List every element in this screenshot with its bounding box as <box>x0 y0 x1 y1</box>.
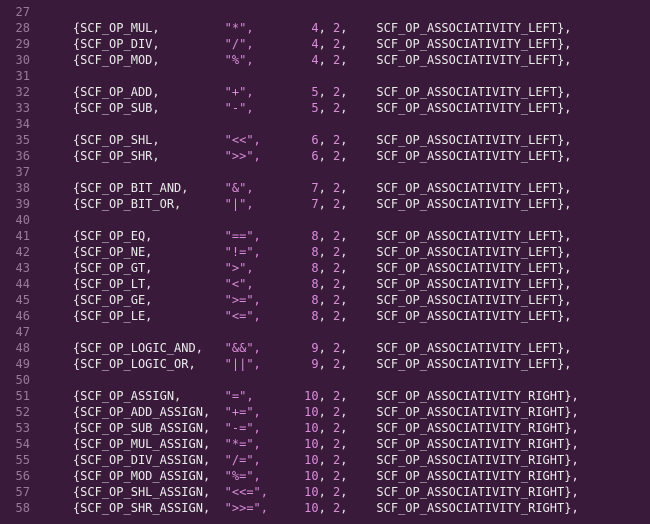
code-line[interactable]: {SCF_OP_EQ, "==", 8, 2, SCF_OP_ASSOCIATI… <box>44 228 650 244</box>
code-line[interactable] <box>44 164 650 180</box>
code-line[interactable]: {SCF_OP_LT, "<", 8, 2, SCF_OP_ASSOCIATIV… <box>44 276 650 292</box>
code-line[interactable]: {SCF_OP_ADD_ASSIGN, "+=", 10, 2, SCF_OP_… <box>44 404 650 420</box>
code-line[interactable]: {SCF_OP_GT, ">", 8, 2, SCF_OP_ASSOCIATIV… <box>44 260 650 276</box>
code-line[interactable]: {SCF_OP_MUL_ASSIGN, "*=", 10, 2, SCF_OP_… <box>44 436 650 452</box>
code-line[interactable]: {SCF_OP_ADD, "+", 5, 2, SCF_OP_ASSOCIATI… <box>44 84 650 100</box>
line-number-gutter: 2728293031323334353637383940414243444546… <box>0 0 40 516</box>
line-number: 30 <box>0 52 40 68</box>
code-line[interactable]: {SCF_OP_SHR, ">>", 6, 2, SCF_OP_ASSOCIAT… <box>44 148 650 164</box>
code-line[interactable]: {SCF_OP_GE, ">=", 8, 2, SCF_OP_ASSOCIATI… <box>44 292 650 308</box>
code-line[interactable]: {SCF_OP_SUB, "-", 5, 2, SCF_OP_ASSOCIATI… <box>44 100 650 116</box>
line-number: 47 <box>0 324 40 340</box>
line-number: 27 <box>0 4 40 20</box>
line-number: 51 <box>0 388 40 404</box>
code-line[interactable]: {SCF_OP_SUB_ASSIGN, "-=", 10, 2, SCF_OP_… <box>44 420 650 436</box>
code-line[interactable] <box>44 116 650 132</box>
code-line[interactable]: {SCF_OP_LOGIC_AND, "&&", 9, 2, SCF_OP_AS… <box>44 340 650 356</box>
code-line[interactable] <box>44 68 650 84</box>
line-number: 50 <box>0 372 40 388</box>
code-line[interactable]: {SCF_OP_LE, "<=", 8, 2, SCF_OP_ASSOCIATI… <box>44 308 650 324</box>
line-number: 28 <box>0 20 40 36</box>
line-number: 53 <box>0 420 40 436</box>
code-line[interactable]: {SCF_OP_BIT_AND, "&", 7, 2, SCF_OP_ASSOC… <box>44 180 650 196</box>
line-number: 36 <box>0 148 40 164</box>
line-number: 31 <box>0 68 40 84</box>
code-line[interactable]: {SCF_OP_SHR_ASSIGN, ">>=", 10, 2, SCF_OP… <box>44 500 650 516</box>
line-number: 41 <box>0 228 40 244</box>
line-number: 37 <box>0 164 40 180</box>
line-number: 40 <box>0 212 40 228</box>
line-number: 32 <box>0 84 40 100</box>
line-number: 34 <box>0 116 40 132</box>
code-line[interactable]: {SCF_OP_MUL, "*", 4, 2, SCF_OP_ASSOCIATI… <box>44 20 650 36</box>
line-number: 39 <box>0 196 40 212</box>
code-area[interactable]: {SCF_OP_MUL, "*", 4, 2, SCF_OP_ASSOCIATI… <box>44 0 650 516</box>
code-line[interactable]: {SCF_OP_MOD_ASSIGN, "%=", 10, 2, SCF_OP_… <box>44 468 650 484</box>
line-number: 58 <box>0 500 40 516</box>
line-number: 46 <box>0 308 40 324</box>
line-number: 49 <box>0 356 40 372</box>
code-line[interactable] <box>44 212 650 228</box>
line-number: 48 <box>0 340 40 356</box>
code-line[interactable] <box>44 372 650 388</box>
code-line[interactable]: {SCF_OP_SHL, "<<", 6, 2, SCF_OP_ASSOCIAT… <box>44 132 650 148</box>
line-number: 45 <box>0 292 40 308</box>
code-line[interactable] <box>44 324 650 340</box>
code-line[interactable]: {SCF_OP_LOGIC_OR, "||", 9, 2, SCF_OP_ASS… <box>44 356 650 372</box>
line-number: 42 <box>0 244 40 260</box>
code-line[interactable]: {SCF_OP_SHL_ASSIGN, "<<=", 10, 2, SCF_OP… <box>44 484 650 500</box>
line-number: 29 <box>0 36 40 52</box>
line-number: 57 <box>0 484 40 500</box>
code-line[interactable]: {SCF_OP_DIV_ASSIGN, "/=", 10, 2, SCF_OP_… <box>44 452 650 468</box>
code-line[interactable]: {SCF_OP_MOD, "%", 4, 2, SCF_OP_ASSOCIATI… <box>44 52 650 68</box>
line-number: 44 <box>0 276 40 292</box>
line-number: 43 <box>0 260 40 276</box>
line-number: 54 <box>0 436 40 452</box>
line-number: 33 <box>0 100 40 116</box>
code-line[interactable] <box>44 4 650 20</box>
code-editor[interactable]: 2728293031323334353637383940414243444546… <box>0 0 650 524</box>
line-number: 55 <box>0 452 40 468</box>
line-number: 56 <box>0 468 40 484</box>
code-line[interactable]: {SCF_OP_BIT_OR, "|", 7, 2, SCF_OP_ASSOCI… <box>44 196 650 212</box>
code-line[interactable]: {SCF_OP_NE, "!=", 8, 2, SCF_OP_ASSOCIATI… <box>44 244 650 260</box>
code-line[interactable]: {SCF_OP_DIV, "/", 4, 2, SCF_OP_ASSOCIATI… <box>44 36 650 52</box>
code-line[interactable]: {SCF_OP_ASSIGN, "=", 10, 2, SCF_OP_ASSOC… <box>44 388 650 404</box>
line-number: 35 <box>0 132 40 148</box>
line-number: 52 <box>0 404 40 420</box>
line-number: 38 <box>0 180 40 196</box>
